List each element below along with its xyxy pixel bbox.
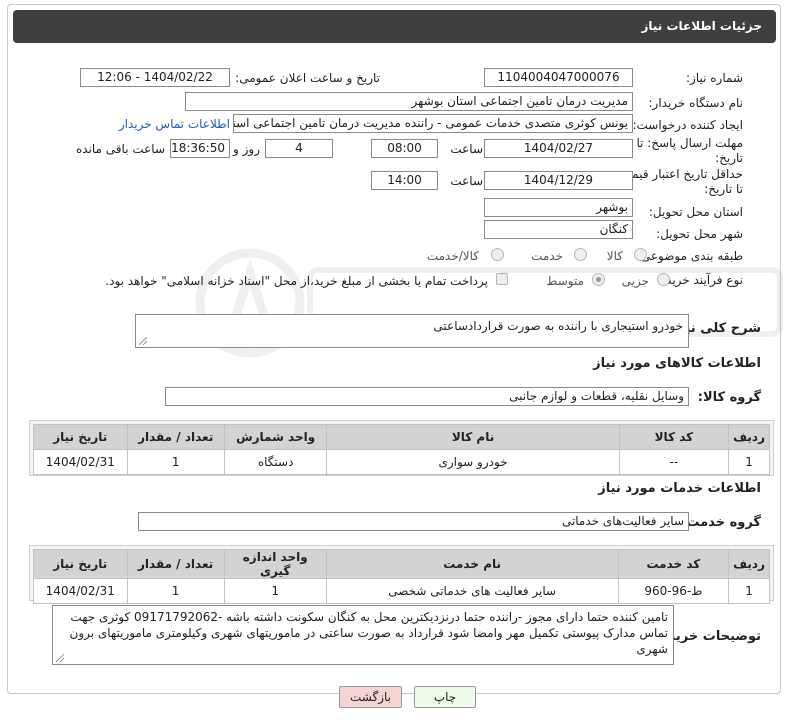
- category-label: طبقه بندی موضوعی:: [636, 249, 743, 263]
- province-field: بوشهر: [484, 198, 633, 217]
- table-row: 1 -- خودرو سواری دستگاه 1 1404/02/31: [33, 449, 770, 475]
- buyer-notes-field: تامین کننده حتما دارای مجوز -راننده حتما…: [52, 605, 674, 665]
- process-minor-label: جزیی: [621, 274, 649, 288]
- cell-service-code: ط-96-960: [617, 578, 730, 604]
- cell-goods-name: خودرو سواری: [326, 449, 620, 475]
- province-label: استان محل تحویل:: [648, 205, 743, 219]
- cell-service-name: سایر فعالیت های خدماتی شخصی: [325, 578, 619, 604]
- buyer-org-field: مدیریت درمان تامین اجتماعی استان بوشهر: [185, 92, 633, 111]
- buyer-notes-text: تامین کننده حتما دارای مجوز -راننده حتما…: [69, 610, 668, 656]
- process-medium-radio[interactable]: [592, 273, 605, 286]
- services-table: ردیف کد خدمت نام خدمت واحد اندازه گیری ت…: [33, 549, 770, 604]
- description-field: خودرو استیجاری با راننده به صورت قرارداد…: [135, 314, 689, 348]
- description-text: خودرو استیجاری با راننده به صورت قرارداد…: [433, 319, 683, 333]
- announce-field: 1404/02/22 - 12:06: [80, 68, 230, 87]
- need-number-field: 1104004047000076: [484, 68, 633, 87]
- validity-date-field: 1404/12/29: [484, 171, 633, 190]
- need-number-label: شماره نیاز:: [686, 71, 743, 85]
- services-group-field: سایر فعالیت‌های خدماتی: [138, 512, 689, 531]
- cell-unit: دستگاه: [223, 449, 328, 475]
- cell-measure-unit: 1: [223, 578, 327, 604]
- process-type-label: نوع فرآیند خرید :: [658, 273, 743, 287]
- print-button[interactable]: چاپ: [414, 686, 476, 708]
- remaining-time-field: 18:36:50: [170, 139, 230, 158]
- deadline-label-line2: تاریخ:: [715, 151, 743, 165]
- goods-group-field: وسایل نقلیه، قطعات و لوازم جانبی: [165, 387, 689, 406]
- deadline-date-field: 1404/02/27: [484, 139, 633, 158]
- requester-field: یونس کوثری متصدی خدمات عمومی - راننده مد…: [233, 114, 633, 133]
- col-service-code: کد خدمت: [617, 549, 730, 579]
- cell-need-date: 1404/02/31: [33, 449, 128, 475]
- goods-table: ردیف کد کالا نام کالا واحد شمارش تعداد /…: [33, 424, 770, 475]
- col-need-date: تاریخ نیاز: [33, 424, 128, 450]
- cell-row: 1: [728, 449, 770, 475]
- category-service-label: خدمت: [531, 249, 563, 263]
- cell-need-date: 1404/02/31: [33, 578, 128, 604]
- remaining-label: ساعت باقی مانده: [75, 142, 165, 156]
- back-button[interactable]: بازگشت: [339, 686, 402, 708]
- page-title: جزئیات اطلاعات نیاز: [641, 19, 762, 33]
- city-label: شهر محل تحویل:: [656, 227, 743, 241]
- cell-quantity: 1: [126, 578, 225, 604]
- announce-label: تاریخ و ساعت اعلان عمومی:: [235, 71, 380, 85]
- category-service-radio[interactable]: [574, 248, 587, 261]
- services-section-title: اطلاعات خدمات مورد نیاز: [598, 481, 761, 496]
- resize-grip-icon[interactable]: [139, 337, 147, 345]
- process-medium-label: متوسط: [546, 274, 584, 288]
- col-quantity: تعداد / مقدار: [126, 549, 225, 579]
- deadline-time-field: 08:00: [371, 139, 438, 158]
- col-goods-name: نام کالا: [326, 424, 620, 450]
- goods-section-title: اطلاعات کالاهای مورد نیاز: [593, 356, 761, 371]
- col-service-name: نام خدمت: [325, 549, 619, 579]
- deadline-label-line1: مهلت ارسال پاسخ: تا: [636, 136, 743, 150]
- col-need-date: تاریخ نیاز: [33, 549, 128, 579]
- buyer-contact-link[interactable]: اطلاعات تماس خریدار: [119, 117, 230, 131]
- col-goods-code: کد کالا: [618, 424, 730, 450]
- validity-time-field: 14:00: [371, 171, 438, 190]
- resize-grip-icon[interactable]: [56, 654, 64, 662]
- buyer-org-label: نام دستگاه خریدار:: [648, 96, 744, 110]
- validity-time-label: ساعت: [450, 174, 483, 188]
- days-field: 4: [265, 139, 333, 158]
- col-row: ردیف: [728, 424, 770, 450]
- deadline-time-label: ساعت: [450, 142, 483, 156]
- category-goods-service-radio[interactable]: [491, 248, 504, 261]
- validity-label-line1: حداقل تاریخ اعتبار قیمت:: [616, 167, 743, 181]
- col-unit: واحد شمارش: [223, 424, 328, 450]
- category-goods-radio[interactable]: [634, 248, 647, 261]
- title-bar: جزئیات اطلاعات نیاز: [13, 10, 776, 43]
- col-quantity: تعداد / مقدار: [126, 424, 225, 450]
- treasury-payment-note: پرداخت تمام یا بخشی از مبلغ خرید،از محل …: [105, 274, 488, 288]
- category-goods-label: کالا: [606, 249, 623, 263]
- days-label: روز و: [233, 142, 260, 156]
- requester-label: ایجاد کننده درخواست:: [632, 118, 743, 132]
- goods-table-header: ردیف کد کالا نام کالا واحد شمارش تعداد /…: [33, 424, 770, 450]
- cell-quantity: 1: [126, 449, 225, 475]
- table-row: 1 ط-96-960 سایر فعالیت های خدماتی شخصی 1…: [33, 578, 770, 604]
- cell-row: 1: [728, 578, 770, 604]
- city-field: کنگان: [484, 220, 633, 239]
- col-measure-unit: واحد اندازه گیری: [223, 549, 327, 579]
- services-table-header: ردیف کد خدمت نام خدمت واحد اندازه گیری ت…: [33, 549, 770, 579]
- col-row: ردیف: [728, 549, 770, 579]
- services-group-label: گروه خدمت:: [681, 515, 761, 530]
- validity-label-line2: تا تاریخ:: [704, 182, 743, 196]
- treasury-payment-checkbox[interactable]: [496, 273, 508, 285]
- cell-goods-code: --: [618, 449, 730, 475]
- goods-group-label: گروه کالا:: [697, 390, 761, 405]
- category-goods-service-label: کالا/خدمت: [426, 249, 479, 263]
- process-minor-radio[interactable]: [657, 273, 670, 286]
